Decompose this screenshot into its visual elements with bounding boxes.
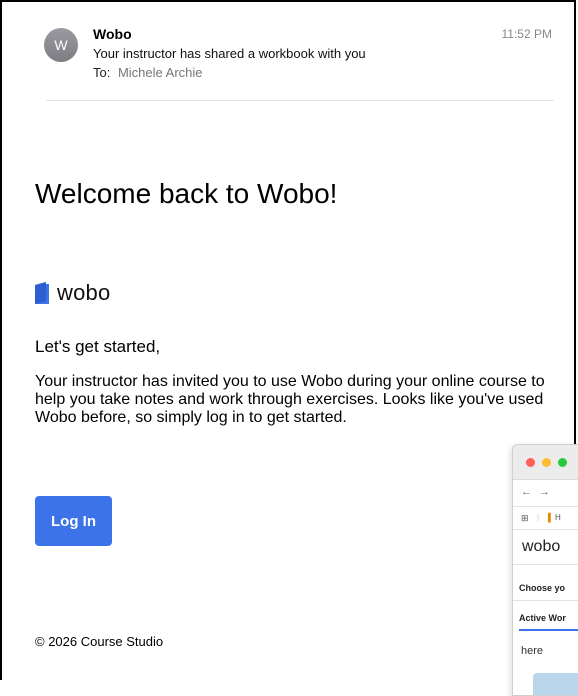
wobo-logo-icon (35, 282, 49, 304)
close-dot-icon (526, 458, 535, 467)
copyright-footer: © 2026 Course Studio (35, 634, 164, 649)
forward-arrow-icon: → (539, 486, 550, 498)
preview-here-text: here (521, 645, 544, 657)
body-paragraph: Your instructor has invited you to use W… (35, 373, 545, 426)
greeting-text: Let's get started, (35, 337, 161, 356)
recipient-name[interactable]: Michele Archie (118, 65, 203, 80)
bars-chart-icon: ▐ (545, 513, 551, 522)
preview-nav-bar: ← → (513, 480, 578, 507)
preview-separator (513, 600, 578, 601)
recipient-line: To: Michele Archie (93, 65, 203, 80)
sender-avatar[interactable]: W (44, 28, 78, 62)
preview-active-tab: Active Wor (519, 613, 566, 623)
bookmark-separator: | (537, 513, 540, 522)
login-button[interactable]: Log In (35, 496, 112, 546)
preview-thumbnail (533, 673, 578, 695)
email-subject: Your instructor has shared a workbook wi… (93, 46, 366, 61)
bookmark-label: H (555, 513, 561, 522)
minimize-dot-icon (542, 458, 551, 467)
preview-brand-bar: wobo (513, 530, 578, 565)
browser-preview-image: ← → ⊞ | ▐ H wobo Choose yo Active Wor he… (512, 444, 578, 696)
preview-choose-text: Choose yo (519, 583, 566, 593)
logo-text: wobo (57, 280, 111, 305)
apps-grid-icon: ⊞ (521, 513, 529, 523)
to-label: To: (93, 65, 111, 80)
preview-bookmarks-bar: ⊞ | ▐ H (513, 507, 578, 530)
header-divider (46, 100, 554, 101)
wobo-logo: wobo (35, 280, 110, 306)
preview-brand-text: wobo (522, 538, 561, 555)
back-arrow-icon: ← (521, 486, 532, 498)
zoom-dot-icon (558, 458, 567, 467)
email-time: 11:52 PM (501, 27, 552, 41)
preview-tab-underline (519, 629, 578, 631)
sender-name: Wobo (93, 26, 132, 42)
preview-titlebar (513, 445, 578, 480)
email-header: W Wobo Your instructor has shared a work… (44, 24, 578, 104)
welcome-heading: Welcome back to Wobo! (35, 178, 338, 209)
